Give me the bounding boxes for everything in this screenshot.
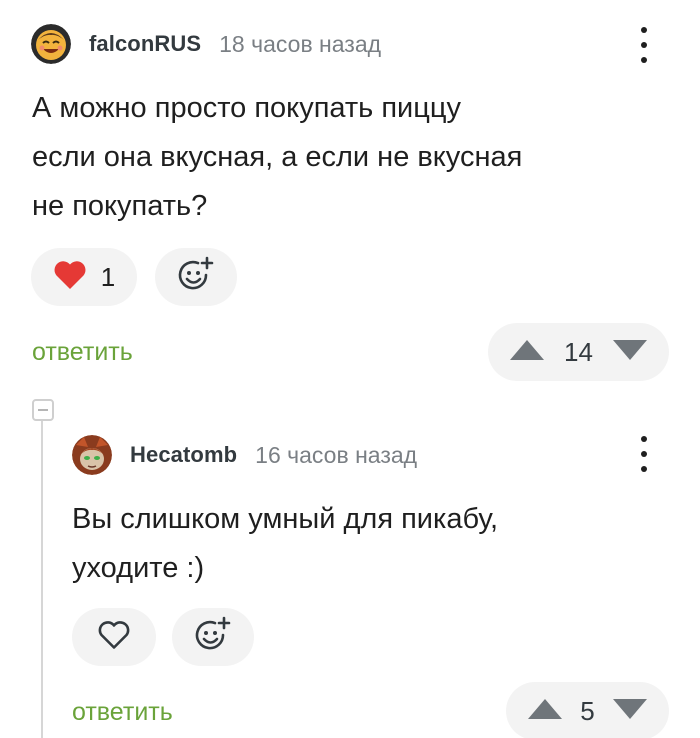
thread-line [41, 420, 43, 738]
collapse-thread-icon[interactable] [32, 399, 54, 421]
comment-header: Hecatomb 16 часов назад [72, 435, 417, 475]
comment-text-line: Вы слишком умный для пикабу, [72, 503, 499, 535]
reply-link[interactable]: ответить [32, 338, 133, 367]
comment-text: Вы слишком умный для пикабу, уходите :) [72, 495, 498, 593]
like-button[interactable]: 1 [31, 248, 137, 306]
rating-count: 5 [580, 695, 595, 726]
add-reaction-button[interactable] [155, 248, 237, 306]
upvote-icon[interactable] [508, 338, 546, 367]
comment-header: falconRUS 18 часов назад [31, 24, 381, 64]
vote-widget: 14 [488, 323, 669, 381]
upvote-icon[interactable] [526, 697, 564, 726]
add-emoji-icon [176, 255, 216, 300]
heart-outline-icon [97, 620, 131, 655]
author-name[interactable]: falconRUS [89, 31, 201, 57]
comment-text-line: А можно просто покупать пиццу [32, 92, 461, 124]
add-reaction-button[interactable] [172, 608, 254, 666]
vote-widget: 5 [506, 682, 669, 738]
like-count: 1 [100, 261, 116, 292]
more-options-icon[interactable] [639, 27, 649, 63]
heart-filled-icon [53, 260, 87, 295]
reply-link[interactable]: ответить [72, 698, 173, 727]
comment-text-line: если она вкусная, а если не вкусная [32, 141, 523, 173]
comment-text-line: не покупать? [32, 190, 208, 222]
more-options-icon[interactable] [639, 436, 649, 472]
downvote-icon[interactable] [611, 697, 649, 726]
author-name[interactable]: Hecatomb [130, 442, 237, 468]
comment-time: 16 часов назад [255, 441, 418, 468]
avatar[interactable] [31, 24, 71, 64]
comment-text-line: уходите :) [72, 552, 205, 584]
comment-time: 18 часов назад [219, 30, 382, 57]
like-button[interactable] [72, 608, 156, 666]
avatar[interactable] [72, 435, 112, 475]
comment-text: А можно просто покупать пиццу если она в… [32, 84, 522, 231]
rating-count: 14 [564, 336, 593, 367]
add-emoji-icon [193, 615, 233, 660]
downvote-icon[interactable] [611, 338, 649, 367]
